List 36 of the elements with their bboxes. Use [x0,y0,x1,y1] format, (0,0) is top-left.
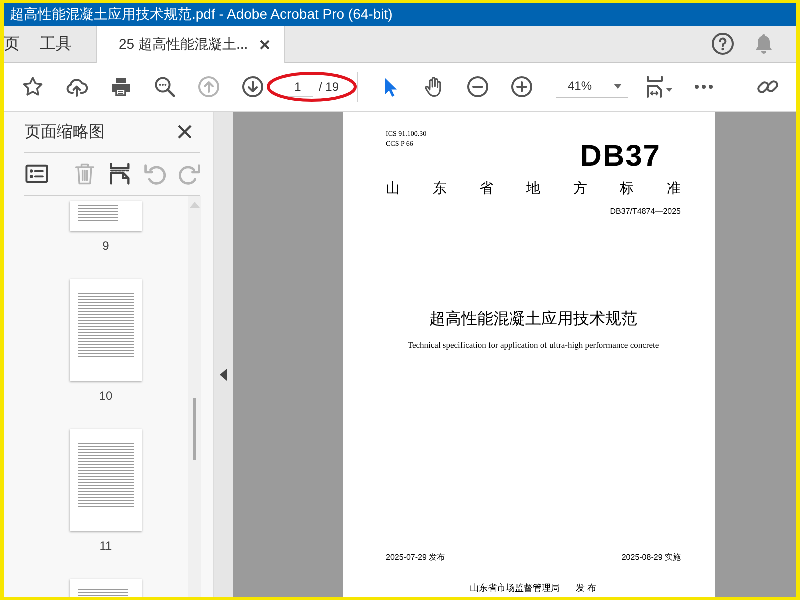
page-thumbnail[interactable] [70,201,142,231]
effective-date: 2025-08-29 实施 [622,552,681,563]
standard-logo: DB37 [580,143,661,171]
issuer-name: 山东省市场监督管理局 [470,582,560,595]
collapse-arrow-icon[interactable] [220,368,228,380]
close-icon[interactable] [177,124,193,140]
document-title: 超高性能混凝土应用技术规范 [428,310,638,330]
minus-icon[interactable] [466,75,490,99]
standard-number: DB37/T4874—2025 [610,207,681,216]
magnifier-icon[interactable] [153,75,177,99]
insert-page-icon[interactable] [107,161,133,187]
page-number: 9 [102,239,110,253]
tab[interactable]: 工具 [40,26,88,62]
help-icon[interactable] [711,32,735,56]
page-thumbnail[interactable] [70,429,142,531]
window-title: 超高性能混凝土应用技术规范.pdf - Adobe Acrobat Pro (64-bit) [10,6,393,24]
fit-page-icon[interactable] [645,75,675,99]
issue-date: 2025-07-29 发布 [386,552,446,563]
page-thumbnail[interactable] [70,279,142,381]
caret-icon [614,84,622,88]
issuer-action: 发 布 [576,582,597,595]
page-thumbnail[interactable] [70,579,142,597]
zoom-dropdown[interactable]: 41% [556,76,628,98]
scrollbar[interactable] [188,196,201,597]
document-subtitle: Technical specification for application of ultra-high performance concrete [406,340,660,350]
standard-category: 山 东 省 地 方 标 准 [386,179,681,197]
tab[interactable]: 25 超高性能混凝土... [96,26,286,63]
page-number: 11 [100,539,112,553]
page-number: 10 [99,389,113,403]
page-number-field[interactable]: 1 [283,78,313,96]
star-icon[interactable] [21,75,45,99]
tab[interactable]: 页 [4,26,40,62]
page-count: / 19 [319,80,340,94]
close-icon[interactable] [260,40,270,50]
plus-icon[interactable] [510,75,534,99]
panel-title: 页面缩略图 [25,122,105,142]
